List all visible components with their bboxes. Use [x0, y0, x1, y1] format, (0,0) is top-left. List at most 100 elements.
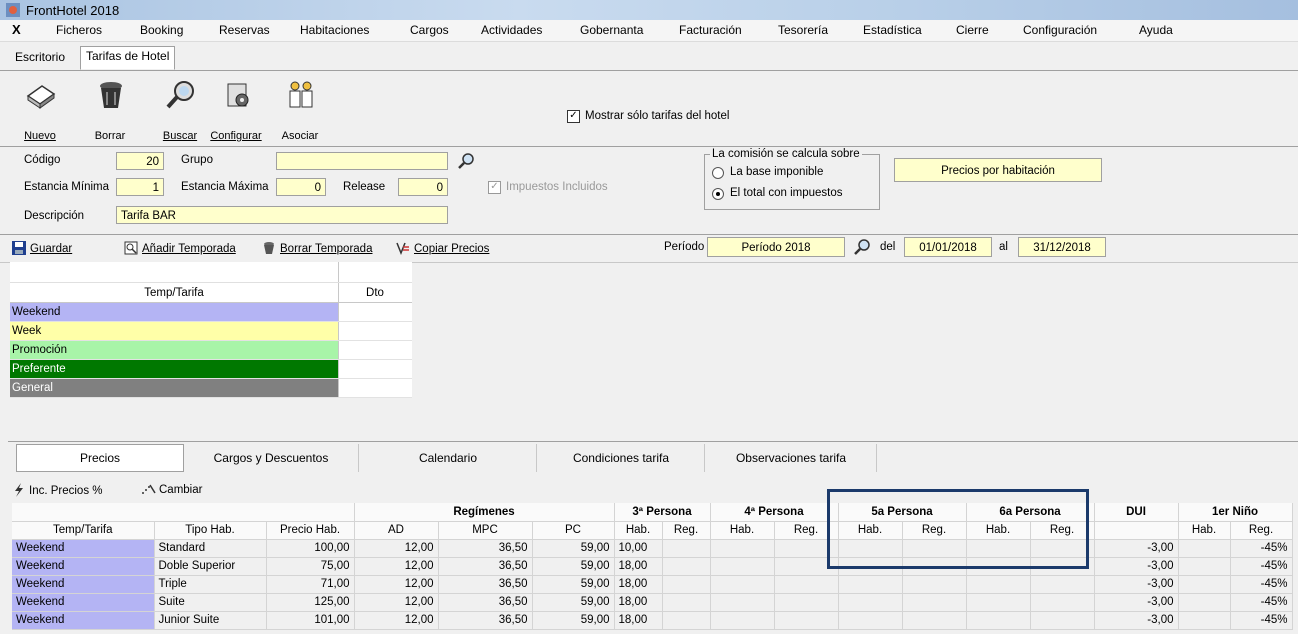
table-cell[interactable]: Standard [154, 539, 267, 558]
menu-habitaciones[interactable]: Habitaciones [300, 23, 369, 37]
table-cell[interactable] [902, 575, 967, 594]
table-row[interactable]: Weekend Standard 100,00 12,00 36,50 59,00 10,0… [12, 539, 1293, 558]
menu-cargos[interactable]: Cargos [410, 23, 449, 37]
table-row[interactable]: Weekend Doble Superior 75,00 12,00 36,50 59,0… [12, 557, 1293, 576]
table-cell[interactable] [662, 539, 711, 558]
precios-por-habitacion[interactable]: Precios por habitación [894, 158, 1102, 182]
table-cell[interactable] [902, 593, 967, 612]
table-cell[interactable] [838, 611, 903, 630]
tab-tarifas-de-hotel[interactable]: Tarifas de Hotel [80, 46, 176, 70]
al-date-field[interactable]: 31/12/2018 [1018, 237, 1106, 257]
total-impuestos-radio[interactable] [712, 188, 724, 200]
table-cell[interactable] [662, 611, 711, 630]
asociar-button[interactable]: Asociar [272, 72, 328, 146]
table-cell[interactable]: 59,00 [532, 539, 615, 558]
descripcion-input[interactable]: Tarifa BAR [116, 206, 448, 224]
table-cell[interactable]: 75,00 [266, 557, 355, 576]
table-cell[interactable]: 71,00 [266, 575, 355, 594]
estancia-maxima-input[interactable]: 0 [276, 178, 326, 196]
table-cell[interactable]: -3,00 [1094, 593, 1179, 612]
menu-gobernanta[interactable]: Gobernanta [580, 23, 643, 37]
table-cell[interactable] [1178, 611, 1231, 630]
table-cell[interactable]: 59,00 [532, 593, 615, 612]
table-cell[interactable]: 10,00 [614, 539, 663, 558]
table-cell[interactable]: 12,00 [354, 575, 439, 594]
table-cell[interactable]: Suite [154, 593, 267, 612]
season-row[interactable]: Preferente [10, 360, 412, 379]
table-cell[interactable] [966, 575, 1031, 594]
copiar-precios-button[interactable]: Copiar Precios [396, 241, 489, 255]
table-cell[interactable]: 100,00 [266, 539, 355, 558]
table-cell[interactable] [966, 593, 1031, 612]
table-cell[interactable] [1178, 539, 1231, 558]
table-cell[interactable] [774, 593, 839, 612]
table-cell[interactable] [774, 611, 839, 630]
codigo-input[interactable]: 20 [116, 152, 164, 170]
table-cell[interactable] [838, 593, 903, 612]
table-cell[interactable] [662, 575, 711, 594]
season-row[interactable]: Week [10, 322, 412, 341]
table-cell[interactable]: 59,00 [532, 575, 615, 594]
tab-condiciones-tarifa[interactable]: Condiciones tarifa [538, 444, 705, 472]
tab-calendario[interactable]: Calendario [360, 444, 537, 472]
table-cell[interactable] [1178, 593, 1231, 612]
season-row[interactable]: Weekend [10, 303, 412, 322]
menu-ficheros[interactable]: Ficheros [56, 23, 102, 37]
menu-tesoreria[interactable]: Tesorería [778, 23, 828, 37]
menu-actividades[interactable]: Actividades [481, 23, 542, 37]
table-cell[interactable] [774, 575, 839, 594]
table-cell[interactable]: -3,00 [1094, 539, 1179, 558]
table-cell[interactable] [1178, 575, 1231, 594]
inc-precios-button[interactable]: Inc. Precios % [12, 483, 103, 497]
configurar-button[interactable]: Configurar [208, 72, 264, 146]
season-row[interactable]: Promoción [10, 341, 412, 360]
table-cell[interactable]: -45% [1230, 539, 1293, 558]
anadir-temporada-button[interactable]: Añadir Temporada [124, 241, 236, 255]
table-cell[interactable]: Doble Superior [154, 557, 267, 576]
table-cell[interactable] [710, 557, 775, 576]
season-dto[interactable] [338, 303, 412, 321]
table-cell[interactable] [1030, 593, 1095, 612]
table-cell[interactable] [710, 611, 775, 630]
season-row[interactable]: General [10, 379, 412, 398]
table-cell[interactable]: Junior Suite [154, 611, 267, 630]
impuestos-checkbox[interactable]: ✓ [488, 181, 501, 194]
table-cell[interactable] [1030, 575, 1095, 594]
table-cell[interactable]: 125,00 [266, 593, 355, 612]
table-cell[interactable] [838, 575, 903, 594]
table-cell[interactable]: Weekend [12, 575, 155, 594]
only-hotel-checkbox[interactable]: ✓ [567, 110, 580, 123]
tab-precios[interactable]: Precios [16, 444, 184, 472]
table-cell[interactable]: Weekend [12, 557, 155, 576]
table-cell[interactable] [662, 593, 711, 612]
table-cell[interactable]: -3,00 [1094, 557, 1179, 576]
table-cell[interactable]: 36,50 [438, 575, 533, 594]
search-icon[interactable] [456, 151, 476, 171]
table-cell[interactable]: 12,00 [354, 557, 439, 576]
table-cell[interactable]: 12,00 [354, 593, 439, 612]
table-cell[interactable]: 12,00 [354, 539, 439, 558]
menu-cierre[interactable]: Cierre [956, 23, 989, 37]
table-cell[interactable]: Weekend [12, 593, 155, 612]
grupo-input[interactable] [276, 152, 448, 170]
menu-ayuda[interactable]: Ayuda [1139, 23, 1173, 37]
table-cell[interactable] [710, 575, 775, 594]
estancia-minima-input[interactable]: 1 [116, 178, 164, 196]
del-date-field[interactable]: 01/01/2018 [904, 237, 992, 257]
table-row[interactable]: Weekend Suite 125,00 12,00 36,50 59,00 18,00 -3… [12, 593, 1293, 612]
menu-estadistica[interactable]: Estadística [863, 23, 922, 37]
menu-facturacion[interactable]: Facturación [679, 23, 742, 37]
table-cell[interactable]: -3,00 [1094, 611, 1179, 630]
borrar-temporada-button[interactable]: Borrar Temporada [262, 241, 372, 255]
table-cell[interactable]: Triple [154, 575, 267, 594]
table-cell[interactable] [662, 557, 711, 576]
table-cell[interactable]: 12,00 [354, 611, 439, 630]
table-cell[interactable]: -45% [1230, 575, 1293, 594]
tab-observaciones-tarifa[interactable]: Observaciones tarifa [706, 444, 877, 472]
nuevo-button[interactable]: Nuevo [12, 72, 68, 146]
table-cell[interactable] [710, 593, 775, 612]
table-cell[interactable]: 36,50 [438, 593, 533, 612]
table-cell[interactable]: 36,50 [438, 611, 533, 630]
table-row[interactable]: Weekend Junior Suite 101,00 12,00 36,50 59,00… [12, 611, 1293, 630]
table-cell[interactable]: 18,00 [614, 575, 663, 594]
